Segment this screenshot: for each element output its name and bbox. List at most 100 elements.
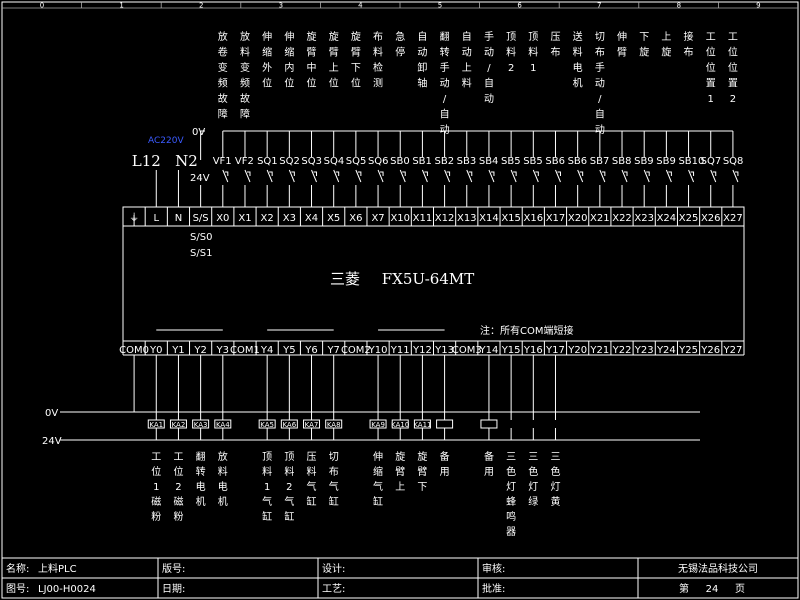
- input-terminal: X11: [413, 213, 433, 224]
- input-device-label: SB5: [501, 156, 521, 167]
- output-terminal: Y10: [368, 345, 388, 356]
- input-terminal: X0: [216, 213, 229, 224]
- input-description: 顶料 2: [506, 31, 516, 74]
- spare-coil: [480, 419, 498, 429]
- input-terminal: X4: [305, 213, 318, 224]
- input-terminal: X24: [657, 213, 677, 224]
- date-label: 日期:: [162, 583, 185, 595]
- input-terminal: S/S: [193, 213, 209, 224]
- plc-model: FX5U-64MT: [382, 270, 475, 288]
- relay-label: KA4: [216, 421, 230, 429]
- input-switch: [643, 169, 650, 207]
- input-device-label: SQ4: [324, 156, 345, 167]
- input-terminal: X7: [371, 213, 384, 224]
- output-description: 放料电机: [218, 450, 228, 508]
- output-terminal: Y1: [171, 345, 184, 356]
- output-description: 旋臂下: [417, 450, 427, 493]
- ss-label: S/S0: [190, 232, 212, 243]
- input-switch: [244, 169, 251, 207]
- drawing-value: LJ00-H0024: [38, 584, 96, 595]
- drawing-label: 图号:: [6, 583, 29, 595]
- output-terminal: Y22: [612, 345, 632, 356]
- input-terminal: X23: [634, 213, 654, 224]
- grid-number: 7: [597, 2, 601, 10]
- output-description: 压料气缸: [307, 451, 317, 508]
- input-device-label: SQ2: [279, 156, 300, 167]
- input-switch: [554, 169, 561, 207]
- relay-label: KA1: [149, 421, 163, 429]
- grid-number: 9: [756, 2, 760, 10]
- input-description: 自动卸轴: [417, 30, 427, 90]
- page-prefix: 第: [679, 582, 689, 595]
- ac-voltage-label: AC220V: [148, 136, 184, 146]
- output-description: 三色灯黄: [550, 452, 560, 508]
- input-description: 放料变频故障: [240, 30, 250, 121]
- relay-label: KA3: [194, 421, 208, 429]
- input-description: 急停: [395, 30, 405, 59]
- input-terminal: L: [153, 213, 159, 224]
- company-name: 无锡法品科技公司: [678, 562, 758, 575]
- page-number: 24: [706, 584, 719, 595]
- l-label: L12: [132, 152, 161, 170]
- input-switch: [532, 169, 539, 207]
- relay-label: KA6: [282, 421, 296, 429]
- input-terminal: X25: [679, 213, 699, 224]
- input-terminal: X13: [457, 213, 477, 224]
- input-description: 放卷变频故障: [218, 30, 228, 121]
- output-terminal: COM0: [119, 345, 149, 356]
- input-switch: [377, 169, 384, 207]
- input-description: 翻转手动/自动: [440, 31, 450, 136]
- relay-label: KA10: [391, 421, 409, 429]
- input-device-label: SB9: [656, 156, 676, 167]
- output-terminal: Y2: [193, 345, 206, 356]
- input-description: 切布手动/自动: [595, 31, 605, 136]
- input-terminal: X14: [479, 213, 499, 224]
- output-terminal: Y0: [149, 345, 162, 356]
- output-terminal: Y14: [479, 345, 499, 356]
- output-description: 三色灯蜂鸣器: [506, 452, 516, 538]
- input-description: 旋臂下位: [351, 30, 361, 90]
- input-device-label: SB1: [412, 156, 432, 167]
- input-device-label: SB3: [457, 156, 477, 167]
- input-switch: [355, 169, 362, 207]
- input-description: 工位位置 2: [728, 32, 738, 105]
- output-terminal: Y20: [567, 345, 587, 356]
- name-label: 名称:: [6, 562, 29, 575]
- input-description: 旋臂中位: [307, 30, 317, 90]
- output-description: 三色灯绿: [528, 452, 538, 508]
- input-switch: [266, 169, 273, 207]
- output-terminal: Y5: [282, 345, 295, 356]
- output-terminal: COM2: [341, 345, 371, 356]
- output-terminal: Y25: [678, 345, 698, 356]
- output-terminal: Y24: [656, 345, 676, 356]
- input-device-label: SB4: [479, 156, 499, 167]
- n-label: N2: [175, 152, 198, 170]
- input-switch: [288, 169, 295, 207]
- input-terminal: X15: [501, 213, 521, 224]
- output-description: 顶料 2 气缸: [284, 451, 294, 523]
- input-switch: [621, 169, 628, 207]
- input-terminal: X3: [283, 213, 296, 224]
- input-switch: [399, 169, 406, 207]
- grid-number: 2: [199, 2, 203, 10]
- name-value: 上料PLC: [38, 562, 77, 575]
- input-description: 工位位置 1: [706, 32, 716, 105]
- input-terminal: X22: [612, 213, 632, 224]
- output-terminal: Y11: [390, 345, 410, 356]
- input-description: 伸缩外位: [262, 31, 272, 90]
- output-terminal: Y27: [722, 345, 742, 356]
- input-device-label: SB7: [590, 156, 610, 167]
- input-terminal: X6: [349, 213, 362, 224]
- input-switch: [732, 169, 739, 207]
- input-description: 送料电机: [573, 30, 583, 90]
- input-device-label: SQ1: [257, 156, 278, 167]
- drawing-border: [1, 1, 799, 599]
- input-switch: [222, 169, 229, 207]
- input-device-label: SB6: [545, 156, 565, 167]
- input-description: 旋臂上位: [329, 30, 339, 90]
- plc-brand: 三菱: [330, 270, 360, 288]
- relay-label: KA5: [260, 421, 274, 429]
- input-terminal: X20: [568, 213, 588, 224]
- grid-number: 5: [438, 2, 442, 10]
- v24-label: 24V: [190, 173, 210, 184]
